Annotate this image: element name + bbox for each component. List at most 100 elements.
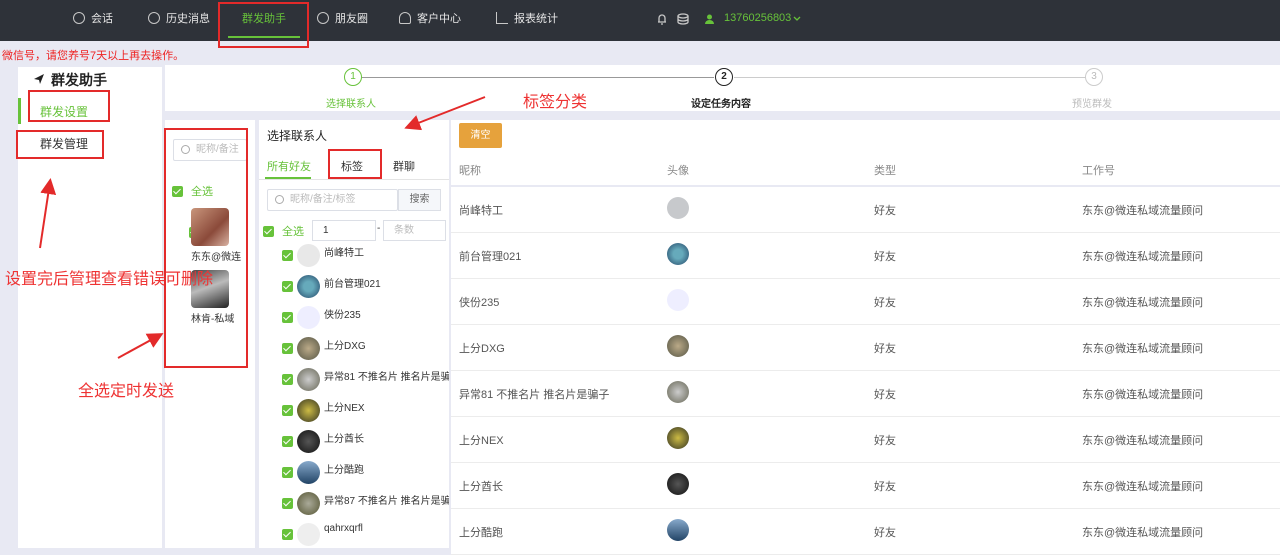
table-row: 上分DXG 好友 东东@微连私域流量顾问	[451, 325, 1280, 371]
contact-name: qahrxqrfl	[324, 523, 363, 534]
row-nickname: 侠份235	[459, 297, 500, 309]
select-all-checkbox[interactable]	[263, 226, 274, 237]
contact-list-item[interactable]: 异常87 不推名片 推名片是骗子	[282, 490, 450, 520]
table-row: 上分酋长 好友 东东@微连私域流量顾问	[451, 463, 1280, 509]
bell-icon[interactable]	[655, 12, 669, 26]
bar-chart-icon	[496, 12, 508, 24]
contact-list-item[interactable]: 上分酋长	[282, 428, 450, 458]
row-avatar	[667, 243, 689, 265]
user-icon	[399, 12, 411, 24]
active-indicator	[18, 98, 21, 124]
annotation-box-settings	[28, 90, 110, 122]
user-status-icon	[705, 14, 714, 24]
contact-list-item[interactable]: 侠份235	[282, 304, 450, 334]
nav-item-customer-center[interactable]: 客户中心	[399, 0, 461, 38]
contact-checkbox[interactable]	[282, 529, 293, 540]
step-progress: 1 2 3 选择联系人 设定任务内容 预览群发	[165, 65, 1280, 111]
range-from-input[interactable]: 1	[312, 220, 376, 241]
warning-message: 微信号，请您养号7天以上再去操作。	[2, 50, 185, 62]
row-work-account: 东东@微连私域流量顾问	[1082, 435, 1204, 447]
contact-name: 异常81 不推名片 推名片是骗子	[324, 372, 450, 383]
annotation-box-tags	[328, 149, 382, 179]
contact-avatar	[297, 337, 320, 360]
chat-icon	[73, 12, 85, 24]
step-line-2	[734, 77, 1086, 78]
contact-list-item[interactable]: 上分DXG	[282, 335, 450, 365]
row-work-account: 东东@微连私域流量顾问	[1082, 251, 1204, 263]
contact-search-input[interactable]: 昵称/备注/标签	[267, 189, 398, 211]
account-phone[interactable]: 13760256803	[724, 12, 791, 24]
contact-avatar	[297, 492, 320, 515]
step-line-1	[362, 77, 714, 78]
contact-list-item[interactable]: qahrxqrfl	[282, 521, 450, 551]
annotation-manage-note: 设置完后管理查看错误可删除	[5, 271, 214, 288]
nav-item-chat[interactable]: 会话	[73, 0, 113, 38]
contact-list-item[interactable]: 尚峰特工	[282, 242, 450, 272]
row-avatar	[667, 473, 689, 495]
clear-button[interactable]: 清空	[459, 123, 502, 148]
contact-avatar	[297, 275, 320, 298]
contact-list-item[interactable]: 上分酷跑	[282, 459, 450, 489]
row-work-account: 东东@微连私域流量顾问	[1082, 527, 1204, 539]
contact-avatar	[297, 368, 320, 391]
moments-icon	[317, 12, 329, 24]
row-type: 好友	[874, 481, 896, 493]
contact-checkbox[interactable]	[282, 312, 293, 323]
row-nickname: 尚峰特工	[459, 205, 503, 217]
row-nickname: 异常81 不推名片 推名片是骗子	[459, 389, 610, 401]
search-icon	[275, 195, 284, 204]
contact-checkbox[interactable]	[282, 374, 293, 385]
row-nickname: 上分酋长	[459, 481, 503, 493]
contact-name: 尚峰特工	[324, 248, 364, 259]
contact-checkbox[interactable]	[282, 281, 293, 292]
tab-groups[interactable]: 群聊	[393, 158, 415, 174]
sidebar-title: 群发助手	[51, 72, 107, 88]
annotation-tag-category: 标签分类	[523, 94, 588, 111]
contact-list-item[interactable]: 异常81 不推名片 推名片是骗子	[282, 366, 450, 396]
step-3-circle: 3	[1085, 68, 1103, 86]
row-nickname: 前台管理021	[459, 251, 522, 263]
header-type: 类型	[874, 165, 896, 177]
range-count-input[interactable]: 条数	[383, 220, 446, 241]
row-avatar	[667, 289, 689, 311]
contact-panel-title: 选择联系人	[267, 129, 328, 143]
step-1-circle: 1	[344, 68, 362, 86]
contact-checkbox[interactable]	[282, 467, 293, 478]
tab-divider	[259, 179, 449, 180]
contact-checkbox[interactable]	[282, 250, 293, 261]
top-navigation-bar: 会话 历史消息 群发助手 朋友圈 客户中心 报表统计 13760256803	[0, 0, 1280, 41]
step-2-circle: 2	[715, 68, 733, 86]
header-work-account: 工作号	[1082, 165, 1115, 177]
select-all-label: 全选	[282, 226, 304, 238]
contact-list-item[interactable]: 上分NEX	[282, 397, 450, 427]
database-icon[interactable]	[676, 12, 690, 26]
contact-avatar	[297, 523, 320, 546]
contact-checkbox[interactable]	[282, 405, 293, 416]
row-avatar	[667, 381, 689, 403]
clock-icon	[148, 12, 160, 24]
table-row: 上分酷跑 好友 东东@微连私域流量顾问	[451, 509, 1280, 555]
row-work-account: 东东@微连私域流量顾问	[1082, 205, 1204, 217]
tab-all-friends[interactable]: 所有好友	[267, 158, 311, 174]
contact-name: 侠份235	[324, 310, 361, 321]
contact-checkbox[interactable]	[282, 343, 293, 354]
row-avatar	[667, 197, 689, 219]
nav-item-reports[interactable]: 报表统计	[496, 0, 558, 38]
row-type: 好友	[874, 205, 896, 217]
contact-checkbox[interactable]	[282, 436, 293, 447]
row-work-account: 东东@微连私域流量顾问	[1082, 343, 1204, 355]
step-2-label: 设定任务内容	[691, 99, 751, 110]
nav-item-history[interactable]: 历史消息	[148, 0, 210, 38]
row-type: 好友	[874, 527, 896, 539]
row-avatar	[667, 427, 689, 449]
contact-checkbox[interactable]	[282, 498, 293, 509]
nav-item-moments[interactable]: 朋友圈	[317, 0, 368, 38]
search-button[interactable]: 搜索	[398, 189, 441, 211]
chevron-down-icon[interactable]	[793, 16, 801, 22]
row-type: 好友	[874, 343, 896, 355]
row-nickname: 上分酷跑	[459, 527, 503, 539]
contact-list-item[interactable]: 前台管理021	[282, 273, 450, 303]
row-work-account: 东东@微连私域流量顾问	[1082, 297, 1204, 309]
row-type: 好友	[874, 297, 896, 309]
contact-name: 上分酋长	[324, 434, 364, 445]
